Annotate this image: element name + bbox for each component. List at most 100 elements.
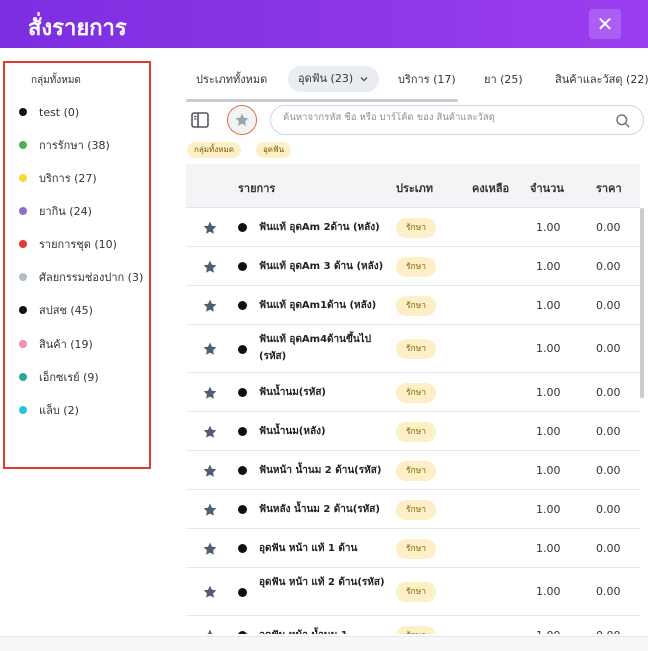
- sidebar-item-all[interactable]: กลุ่มทั้งหมด: [31, 73, 81, 88]
- item-qty[interactable]: 1.00: [536, 464, 561, 477]
- filter-chip-filling[interactable]: อุดฟัน: [256, 142, 292, 158]
- item-qty[interactable]: 1.00: [536, 503, 561, 516]
- tab-services[interactable]: บริการ (17): [398, 70, 456, 88]
- item-price: 0.00: [596, 629, 621, 635]
- table-row[interactable]: อุดฟัน หน้า น้ำนม 1รักษา 1.00 0.00: [186, 616, 640, 634]
- category-label: ศัลยกรรมช่องปาก (3): [39, 271, 144, 284]
- item-qty[interactable]: 1.00: [536, 221, 561, 234]
- table-row[interactable]: ฟันหน้า น้ำนม 2 ด้าน(รหัส) รักษา 1.00 0.00: [186, 451, 640, 490]
- item-qty[interactable]: 1.00: [536, 629, 561, 635]
- favorite-star-icon[interactable]: [202, 463, 218, 479]
- tab-all-types[interactable]: ประเภททั้งหมด: [196, 70, 267, 88]
- favorite-star-icon[interactable]: [202, 541, 218, 557]
- type-badge: รักษา: [396, 339, 436, 359]
- item-name: ฟันหลัง น้ำนม 2 ด้าน(รหัส): [259, 504, 380, 515]
- item-name: ฟันแท้ อุดAm 2ด้าน (หลัง): [259, 222, 380, 233]
- item-qty[interactable]: 1.00: [536, 260, 561, 273]
- item-price: 0.00: [596, 463, 621, 477]
- type-badge: รักษา: [396, 217, 436, 238]
- item-name: ฟันแท้ อุดAm4ด้านขึ้นไป (รหัส): [259, 334, 372, 362]
- type-badge: รักษา: [396, 382, 436, 403]
- favorite-star-icon[interactable]: [202, 584, 218, 600]
- category-sidebar: กลุ่มทั้งหมด test (0) การรักษา (38) บริการ…: [3, 61, 151, 469]
- tab-filling[interactable]: อุดฟัน (23): [288, 66, 380, 92]
- search-input[interactable]: [283, 112, 603, 123]
- table-row[interactable]: ฟันแท้ อุดAm1ด้าน (หลัง) รักษา 1.00 0.00: [186, 286, 640, 325]
- favorite-star-icon[interactable]: [202, 259, 218, 275]
- sidebar-category-item[interactable]: เอ็กซเรย์ (9): [19, 368, 99, 386]
- category-label: แล็บ (2): [39, 404, 79, 417]
- sidebar-category-item[interactable]: รายการชุด (10): [19, 235, 117, 253]
- item-price: 0.00: [596, 259, 621, 273]
- type-badge: รักษา: [396, 499, 436, 520]
- category-color-dot: [19, 141, 27, 149]
- table-row[interactable]: ฟันน้ำนม(หลัง) รักษา 1.00 0.00: [186, 412, 640, 451]
- table-row[interactable]: ฟันหลัง น้ำนม 2 ด้าน(รหัส) รักษา 1.00 0.00: [186, 490, 640, 529]
- sidebar-category-item[interactable]: การรักษา (38): [19, 136, 110, 154]
- sidebar-toggle-icon[interactable]: [190, 110, 210, 130]
- type-badge: รักษา: [396, 538, 436, 559]
- column-item: รายการ: [238, 182, 276, 195]
- modal-header: สั่งรายการ ✕: [0, 0, 648, 48]
- item-qty[interactable]: 1.00: [536, 585, 561, 598]
- tabs-scroll-indicator: [186, 99, 458, 102]
- item-name: ฟันหน้า น้ำนม 2 ด้าน(รหัส): [259, 465, 382, 476]
- category-label: การรักษา (38): [39, 139, 110, 152]
- close-button[interactable]: ✕: [589, 9, 621, 39]
- item-price: 0.00: [596, 424, 621, 438]
- type-tabs: ประเภททั้งหมด อุดฟัน (23) บริการ (17) ยา…: [186, 64, 648, 100]
- filter-chip-all-groups[interactable]: กลุ่มทั้งหมด: [187, 142, 241, 158]
- column-qty: จำนวน: [530, 182, 564, 195]
- category-color-dot: [19, 406, 27, 414]
- type-badge: รักษา: [396, 295, 436, 316]
- table-row[interactable]: ฟันแท้ อุดAm 3 ด้าน (หลัง) รักษา 1.00 0.00: [186, 247, 640, 286]
- sidebar-category-item[interactable]: บริการ (27): [19, 169, 97, 187]
- item-qty[interactable]: 1.00: [536, 425, 561, 438]
- search-icon[interactable]: [615, 113, 631, 129]
- table-row[interactable]: อุดฟัน หน้า แท้ 1 ด้าน รักษา 1.00 0.00: [186, 529, 640, 568]
- sidebar-category-item[interactable]: ศัลยกรรมช่องปาก (3): [19, 268, 143, 286]
- item-name: ฟันน้ำนม(รหัส): [259, 387, 327, 398]
- item-price: 0.00: [596, 502, 621, 516]
- sidebar-category-item[interactable]: test (0): [19, 103, 79, 121]
- favorite-star-icon[interactable]: [202, 424, 218, 440]
- category-label: ยากิน (24): [39, 205, 92, 218]
- favorite-star-icon[interactable]: [202, 628, 218, 635]
- tab-products-materials[interactable]: สินค้าและวัสดุ (22): [555, 70, 648, 88]
- tab-drugs[interactable]: ยา (25): [484, 70, 523, 88]
- favorite-star-icon[interactable]: [202, 341, 218, 357]
- type-badge: รักษา: [396, 421, 436, 442]
- category-color-dot: [19, 273, 27, 281]
- table-scrollbar[interactable]: [640, 208, 644, 398]
- row-bullet: [238, 466, 247, 475]
- item-name: อุดฟัน หน้า แท้ 2 ด้าน(รหัส): [259, 577, 385, 588]
- favorite-filter-button[interactable]: [227, 105, 257, 135]
- item-price: 0.00: [596, 541, 621, 555]
- table-row[interactable]: ฟันแท้ อุดAm4ด้านขึ้นไป (รหัส) รักษา 1.00 0…: [186, 325, 640, 373]
- sidebar-category-item[interactable]: สปสช (45): [19, 301, 93, 319]
- category-color-dot: [19, 306, 27, 314]
- item-name: ฟันแท้ อุดAm1ด้าน (หลัง): [259, 300, 377, 311]
- category-label: สปสช (45): [39, 304, 93, 317]
- favorite-star-icon[interactable]: [202, 502, 218, 518]
- table-row[interactable]: ฟันน้ำนม(รหัส) รักษา 1.00 0.00: [186, 373, 640, 412]
- type-badge: รักษา: [396, 625, 436, 634]
- sidebar-category-item[interactable]: แล็บ (2): [19, 401, 79, 419]
- item-name: ฟันน้ำนม(หลัง): [259, 426, 326, 437]
- item-qty[interactable]: 1.00: [536, 299, 561, 312]
- sidebar-category-item[interactable]: สินค้า (19): [19, 335, 93, 353]
- row-bullet: [238, 301, 247, 310]
- item-price: 0.00: [596, 298, 621, 312]
- items-table: รายการ ประเภท คงเหลือ จำนวน ราคา ฟันแท้ …: [186, 164, 640, 634]
- sidebar-category-item[interactable]: ยากิน (24): [19, 202, 92, 220]
- row-bullet: [238, 505, 247, 514]
- favorite-star-icon[interactable]: [202, 220, 218, 236]
- item-price: 0.00: [596, 220, 621, 234]
- table-row[interactable]: อุดฟัน หน้า แท้ 2 ด้าน(รหัส) รักษา 1.00 0.0…: [186, 568, 640, 616]
- favorite-star-icon[interactable]: [202, 385, 218, 401]
- item-qty[interactable]: 1.00: [536, 542, 561, 555]
- item-qty[interactable]: 1.00: [536, 342, 561, 355]
- table-row[interactable]: ฟันแท้ อุดAm 2ด้าน (หลัง) รักษา 1.00 0.00: [186, 208, 640, 247]
- item-qty[interactable]: 1.00: [536, 386, 561, 399]
- favorite-star-icon[interactable]: [202, 298, 218, 314]
